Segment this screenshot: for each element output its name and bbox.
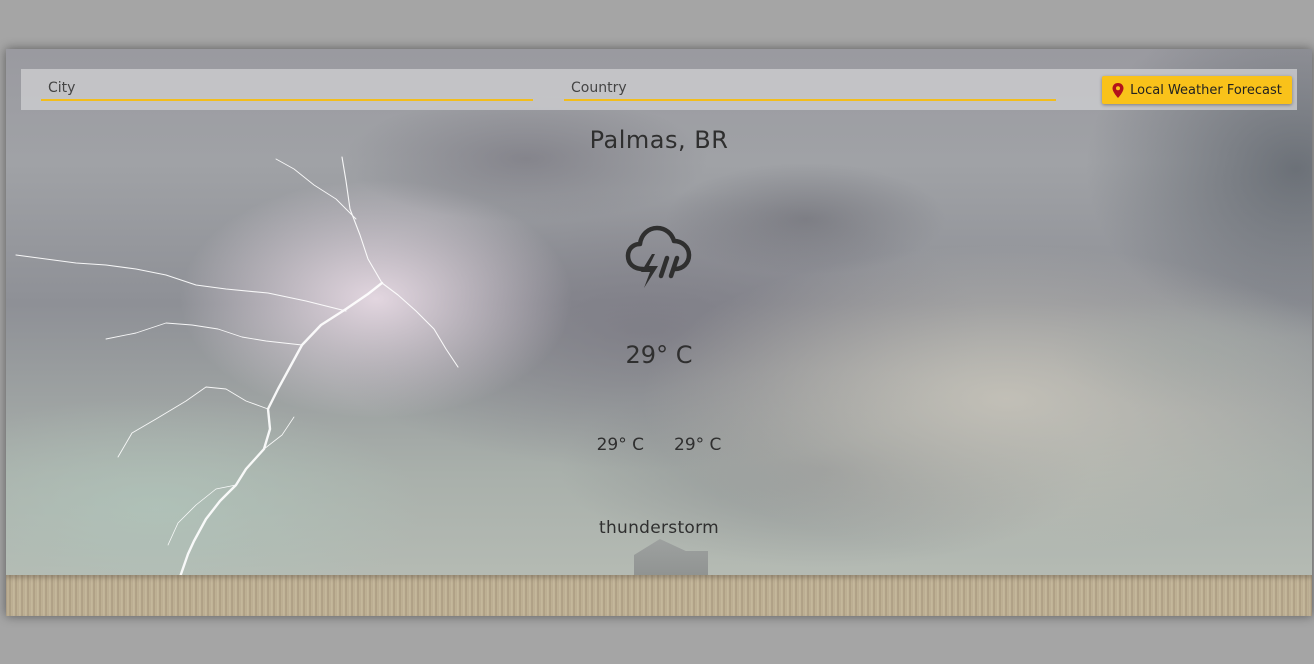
thunderstorm-icon [625, 225, 692, 288]
map-pin-icon [1112, 82, 1124, 98]
min-temperature: 29° C [596, 435, 644, 455]
weather-icon-container [6, 224, 1312, 292]
local-weather-forecast-button[interactable]: Local Weather Forecast [1102, 76, 1292, 104]
location-title: Palmas, BR [589, 126, 729, 154]
current-temperature: 29° C [625, 341, 693, 369]
min-max-temperature: 29° C 29° C [6, 435, 1312, 455]
weather-card: Local Weather Forecast Palmas, BR 29° C … [6, 49, 1312, 616]
max-temperature: 29° C [674, 435, 722, 455]
wheat-field-image [6, 575, 1312, 616]
country-input[interactable] [564, 77, 1056, 101]
city-input[interactable] [41, 77, 533, 101]
weather-description: thunderstorm [598, 518, 719, 538]
local-weather-forecast-label: Local Weather Forecast [1130, 82, 1282, 98]
search-bar: Local Weather Forecast [21, 69, 1297, 110]
